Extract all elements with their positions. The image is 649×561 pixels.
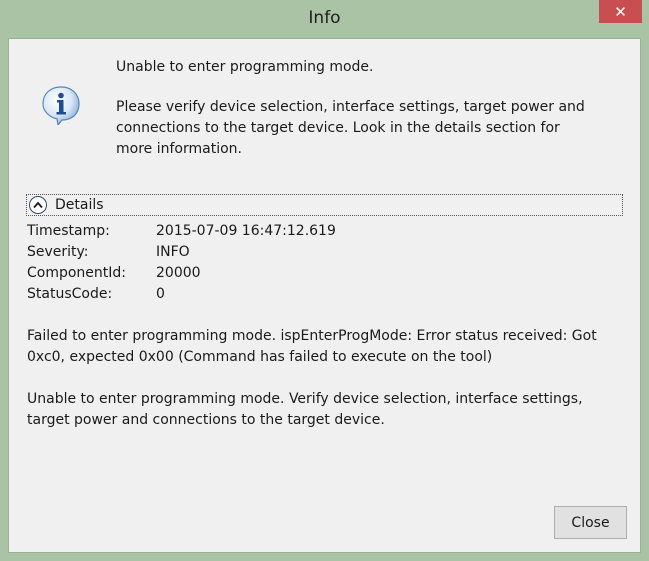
details-label: Details [55,197,104,213]
field-value: 20000 [156,265,201,281]
message-detail: Please verify device selection, interfac… [116,99,585,157]
title-bar[interactable]: Info ✕ [0,0,649,38]
dialog-content: Unable to enter programming mode. Please… [8,38,641,553]
details-paragraph-error: Failed to enter programming mode. ispEnt… [27,328,597,365]
field-value: 0 [156,286,165,302]
chevron-up-icon[interactable] [29,196,47,214]
window-title: Info [308,8,341,28]
details-toggle[interactable]: Details [26,194,623,216]
info-icon [42,86,80,125]
field-key: ComponentId: [27,265,127,281]
close-icon: ✕ [614,2,627,21]
info-dialog: Info ✕ Unable to enter programming mode.… [0,0,649,561]
close-button[interactable]: Close [554,506,627,539]
field-key: Severity: [27,244,89,260]
field-key: Timestamp: [27,223,110,239]
message-main: Unable to enter programming mode. [116,59,374,75]
field-value: INFO [156,244,190,260]
window-close-button[interactable]: ✕ [599,0,642,23]
field-value: 2015-07-09 16:47:12.619 [156,223,336,239]
field-key: StatusCode: [27,286,113,302]
details-paragraph-summary: Unable to enter programming mode. Verify… [27,391,583,428]
